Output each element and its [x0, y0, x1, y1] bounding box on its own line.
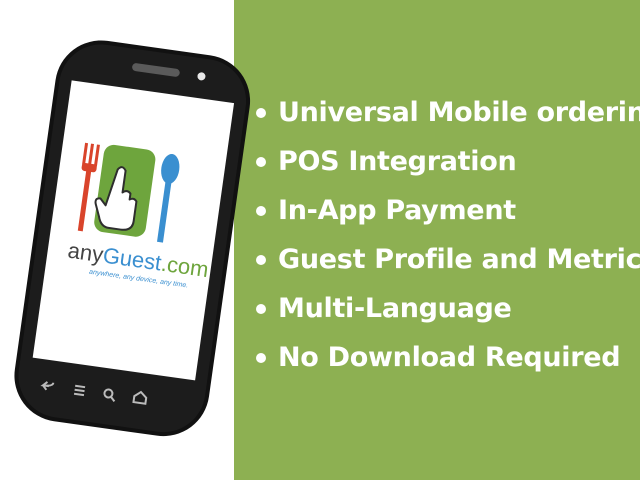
feature-label: In-App Payment [278, 195, 516, 226]
bullet-dot [256, 352, 266, 363]
feature-list: Universal Mobile ordering POS Integratio… [256, 88, 640, 382]
feature-item: Guest Profile and Metrics [256, 235, 640, 284]
feature-item: No Download Required [256, 333, 640, 382]
bullet-dot [256, 107, 266, 118]
phone-graphic: anyGuest.com anywhere, any device, any t… [14, 40, 251, 437]
bullet-dot [256, 254, 266, 265]
feature-item: Multi-Language [256, 284, 640, 333]
feature-label: No Download Required [278, 342, 621, 373]
feature-label: Universal Mobile ordering [278, 97, 640, 128]
feature-item: In-App Payment [256, 186, 640, 235]
bullet-dot [256, 156, 266, 167]
feature-item: POS Integration [256, 137, 640, 186]
feature-item: Universal Mobile ordering [256, 88, 640, 137]
bullet-dot [256, 205, 266, 216]
bullet-dot [256, 303, 266, 314]
slide: anyGuest.com anywhere, any device, any t… [0, 0, 640, 480]
feature-label: Guest Profile and Metrics [278, 244, 640, 275]
feature-label: POS Integration [278, 146, 517, 177]
feature-label: Multi-Language [278, 293, 512, 324]
phone-illustration: anyGuest.com anywhere, any device, any t… [0, 0, 260, 480]
brand-any: any [66, 238, 105, 268]
